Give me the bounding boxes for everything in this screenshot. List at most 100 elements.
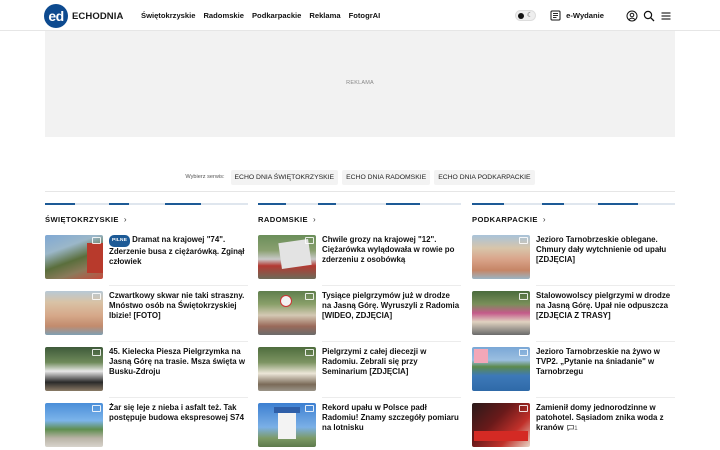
article-card[interactable]: Chwile grozy na krajowej "12". Ciężarówk…: [258, 235, 461, 281]
article-title: PILNE Dramat na krajowej "74". Zderzenie …: [109, 235, 248, 281]
nav-radomskie[interactable]: Radomskie: [203, 11, 244, 20]
urgent-badge: PILNE: [109, 235, 131, 247]
service-selector-label: Wybierz serwis:: [185, 174, 225, 180]
service-swietokrzyskie[interactable]: ECHO DNIA ŚWIĘTOKRZYSKIE: [230, 169, 339, 185]
article-card[interactable]: Pielgrzymi z całej diecezji w Radomiu. Z…: [258, 347, 461, 393]
article-thumbnail: [258, 235, 316, 279]
bar-segment: [109, 203, 129, 205]
logo-text: ECHODNIA: [72, 10, 124, 22]
article-title: Jezioro Tarnobrzeskie na żywo w TVP2. „P…: [536, 347, 660, 376]
moon-icon: ☾: [526, 12, 534, 19]
camera-icon: [92, 293, 101, 300]
column-accent-bar: [472, 203, 675, 205]
camera-icon: [519, 349, 528, 356]
article-divider: [536, 285, 675, 286]
camera-icon: [305, 405, 314, 412]
camera-icon: [519, 405, 528, 412]
camera-icon: [519, 237, 528, 244]
article-thumbnail: [45, 235, 103, 279]
article-title: 45. Kielecka Piesza Pielgrzymka na Jasną…: [109, 347, 245, 376]
comment-count-value: 1: [574, 426, 578, 432]
article-thumbnail: [258, 403, 316, 447]
column-title-link[interactable]: PODKARPACKIE ›: [472, 215, 675, 224]
article-divider: [109, 341, 248, 342]
article-title: Tysiące pielgrzymów już w drodze na Jasn…: [322, 291, 460, 320]
theme-toggle-icon[interactable]: ☾: [515, 10, 537, 21]
article-thumbnail: [472, 291, 530, 335]
column-title: RADOMSKIE: [258, 215, 309, 224]
service-podkarpackie[interactable]: ECHO DNIA PODKARPACKIE: [434, 169, 535, 185]
section-divider: [45, 191, 675, 192]
chevron-right-icon: ›: [542, 215, 546, 224]
bar-segment: [318, 203, 336, 205]
article-thumbnail: [472, 403, 530, 447]
article-thumbnail: [472, 347, 530, 391]
article-card[interactable]: Tysiące pielgrzymów już w drodze na Jasn…: [258, 291, 461, 337]
bar-segment: [542, 203, 564, 205]
column-swietokrzyskie: ŚWIĘTOKRZYSKIE › PILNE Dramat na krajowej…: [45, 203, 248, 447]
bar-segment: [386, 203, 420, 205]
article-thumbnail: [45, 291, 103, 335]
article-card[interactable]: Jezioro Tarnobrzeskie na żywo w TVP2. „P…: [472, 347, 675, 393]
article-card[interactable]: Zamienił domy jednorodzinne w patohotel.…: [472, 403, 675, 449]
article-title: Zamienił domy jednorodzinne w patohotel.…: [536, 403, 675, 449]
site-header: ed ECHODNIA Świętokrzyskie Radomskie Pod…: [0, 0, 720, 31]
article-title: Stalowowolscy pielgrzymi w drodze na Jas…: [536, 291, 671, 320]
article-divider: [109, 397, 248, 398]
chevron-right-icon: ›: [123, 215, 127, 224]
camera-icon: [92, 349, 101, 356]
nav-fotograi[interactable]: FotogrAI: [349, 11, 381, 20]
ewydanie-link[interactable]: e-Wydanie: [550, 10, 604, 21]
newspaper-icon: [550, 10, 561, 21]
camera-icon: [92, 237, 101, 244]
nav-reklama[interactable]: Reklama: [309, 11, 340, 20]
article-title: Rekord upału w Polsce padł Radomiu! Znam…: [322, 403, 459, 432]
article-card[interactable]: Jezioro Tarnobrzeskie oblegane. Chmury d…: [472, 235, 675, 281]
service-radomskie[interactable]: ECHO DNIA RADOMSKIE: [342, 169, 431, 185]
article-card[interactable]: Stalowowolscy pielgrzymi w drodze na Jas…: [472, 291, 675, 337]
nav-podkarpackie[interactable]: Podkarpackie: [252, 11, 301, 20]
comment-count[interactable]: 1: [566, 424, 578, 432]
article-card[interactable]: PILNE Dramat na krajowej "74". Zderzenie …: [45, 235, 248, 281]
article-title: Czwartkowy skwar nie taki straszny. Mnós…: [109, 291, 245, 320]
article-card[interactable]: Czwartkowy skwar nie taki straszny. Mnós…: [45, 291, 248, 337]
article-thumbnail: [45, 403, 103, 447]
menu-icon[interactable]: [660, 10, 672, 22]
article-title: Pielgrzymi z całej diecezji w Radomiu. Z…: [322, 347, 427, 376]
column-podkarpackie: PODKARPACKIE › Jezioro Tarnobrzeskie obl…: [472, 203, 675, 447]
search-icon[interactable]: [643, 10, 655, 22]
column-radomskie: RADOMSKIE › Chwile grozy na krajowej "12…: [258, 203, 461, 447]
article-card[interactable]: Rekord upału w Polsce padł Radomiu! Znam…: [258, 403, 461, 449]
article-title: Chwile grozy na krajowej "12". Ciężarówk…: [322, 235, 455, 264]
article-thumbnail: [258, 291, 316, 335]
article-card[interactable]: Żar się leje z nieba i asfalt też. Tak p…: [45, 403, 248, 449]
column-accent-bar: [258, 203, 461, 205]
ewydanie-label: e-Wydanie: [566, 11, 604, 20]
bar-segment: [598, 203, 638, 205]
article-title: Jezioro Tarnobrzeskie oblegane. Chmury d…: [536, 235, 667, 264]
bar-segment: [165, 203, 201, 205]
article-divider: [536, 397, 675, 398]
ad-slot: REKLAMA: [45, 31, 675, 137]
article-divider: [536, 341, 675, 342]
user-icon[interactable]: [626, 10, 638, 22]
column-title: PODKARPACKIE: [472, 215, 538, 224]
site-logo[interactable]: ed ECHODNIA: [44, 4, 123, 28]
article-card[interactable]: 45. Kielecka Piesza Pielgrzymka na Jasną…: [45, 347, 248, 393]
ad-label: REKLAMA: [346, 80, 374, 86]
logo-mark: ed: [44, 4, 68, 28]
article-title-text: Zamienił domy jednorodzinne w patohotel.…: [536, 403, 664, 432]
camera-icon: [305, 293, 314, 300]
camera-icon: [305, 237, 314, 244]
bar-segment: [45, 203, 75, 205]
header-tools: ☾ e-Wydanie: [515, 0, 672, 31]
article-divider: [322, 397, 461, 398]
toggle-knob: [518, 13, 525, 19]
column-title-link[interactable]: RADOMSKIE ›: [258, 215, 461, 224]
nav-swietokrzyskie[interactable]: Świętokrzyskie: [141, 11, 195, 20]
camera-icon: [305, 349, 314, 356]
bar-segment: [472, 203, 504, 205]
column-title: ŚWIĘTOKRZYSKIE: [45, 215, 119, 224]
article-thumbnail: [472, 235, 530, 279]
column-title-link[interactable]: ŚWIĘTOKRZYSKIE ›: [45, 215, 248, 224]
